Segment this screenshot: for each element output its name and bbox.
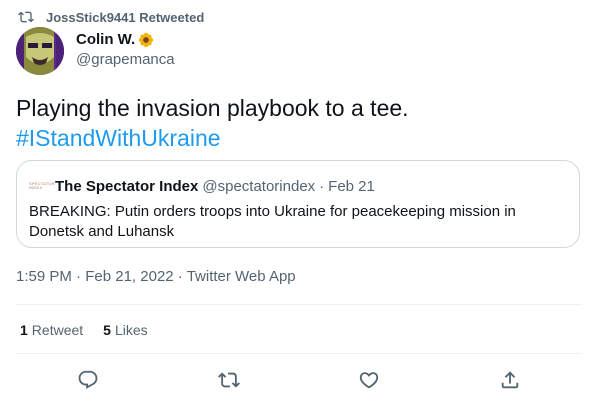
quoted-avatar[interactable]: SPECTATOR INDEX — [29, 176, 55, 196]
author-text: Colin W. @grapemanca — [76, 31, 175, 68]
likes-label: Likes — [114, 322, 148, 338]
tweet-date[interactable]: Feb 21, 2022 — [85, 268, 173, 285]
author-name-text[interactable]: Colin W. — [76, 31, 135, 48]
divider — [16, 353, 582, 354]
retweet-icon[interactable] — [218, 369, 240, 391]
retweet-context: JossStick9441 Retweeted — [16, 9, 204, 25]
quoted-author-handle[interactable]: @spectatorindex — [202, 178, 315, 195]
retweets-count: 1 — [20, 322, 28, 338]
quoted-author-name[interactable]: The Spectator Index — [55, 178, 198, 195]
tweet-source[interactable]: Twitter Web App — [187, 268, 296, 285]
like-icon[interactable] — [358, 369, 380, 391]
meta-separator: · — [76, 268, 82, 285]
tweet-body: Playing the invasion playbook to a tee. — [16, 95, 409, 121]
retweets-label: Retweet — [31, 322, 84, 338]
quoted-separator: · — [319, 177, 325, 195]
quoted-avatar-line2: INDEX — [29, 185, 43, 190]
tweet-text: Playing the invasion playbook to a tee. … — [16, 93, 582, 153]
retweet-context-label[interactable]: JossStick9441 Retweeted — [46, 10, 204, 25]
tweet-time[interactable]: 1:59 PM — [16, 268, 72, 285]
avatar[interactable] — [16, 27, 64, 75]
likes-stat[interactable]: 5 Likes — [103, 322, 147, 338]
sunflower-icon — [138, 32, 154, 47]
author-handle[interactable]: @grapemanca — [76, 51, 175, 68]
quoted-date[interactable]: Feb 21 — [328, 178, 375, 195]
hashtag-link[interactable]: #IStandWithUkraine — [16, 123, 582, 153]
divider — [16, 304, 582, 305]
tweet-timestamp-row: 1:59 PM · Feb 21, 2022 · Twitter Web App — [16, 268, 296, 285]
quoted-tweet-body: BREAKING: Putin orders troops into Ukrai… — [29, 203, 516, 240]
tweet-actions — [16, 366, 582, 394]
share-icon[interactable] — [499, 369, 521, 391]
tweet-stats: 1 Retweet 5 Likes — [20, 322, 168, 338]
retweets-stat[interactable]: 1 Retweet — [20, 322, 83, 338]
avatar-icon — [16, 27, 64, 75]
tweet-author: Colin W. @grapemanca — [16, 27, 175, 75]
meta-separator: · — [177, 268, 183, 285]
retweet-icon — [18, 11, 34, 23]
author-display-name[interactable]: Colin W. — [76, 31, 175, 48]
quoted-tweet-header: SPECTATOR INDEX The Spectator Index @spe… — [29, 176, 375, 196]
quoted-tweet[interactable]: SPECTATOR INDEX The Spectator Index @spe… — [16, 160, 580, 248]
likes-count: 5 — [103, 322, 111, 338]
reply-icon[interactable] — [77, 369, 99, 391]
